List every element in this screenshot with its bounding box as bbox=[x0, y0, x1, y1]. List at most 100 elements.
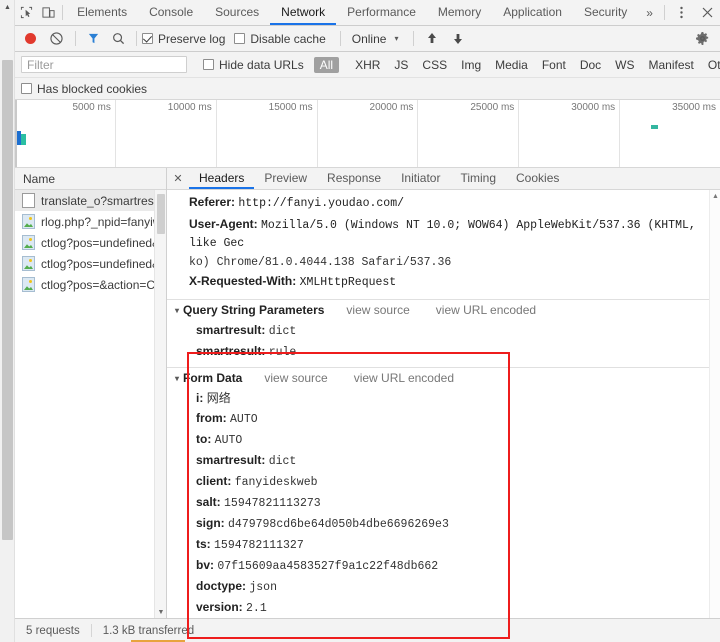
table-row[interactable]: ctlog?pos=&action=CL... bbox=[15, 274, 166, 295]
toolbar-divider bbox=[339, 31, 341, 46]
tab-preview[interactable]: Preview bbox=[254, 168, 317, 189]
view-source-link[interactable]: view source bbox=[346, 303, 409, 317]
table-row[interactable]: rlog.php?_npid=fanyiw... bbox=[15, 211, 166, 232]
tab-network[interactable]: Network bbox=[270, 0, 337, 25]
header-row-x-requested-with: X-Requested-With: XMLHttpRequest bbox=[167, 271, 720, 293]
tab-timing[interactable]: Timing bbox=[450, 168, 506, 189]
tab-label: Preview bbox=[264, 170, 308, 185]
checkbox-box bbox=[203, 59, 214, 70]
filter-type-other[interactable]: Other bbox=[702, 57, 720, 73]
form-param-row: smartresult: dict bbox=[167, 450, 720, 471]
tab-performance[interactable]: Performance bbox=[336, 0, 427, 25]
table-row[interactable]: ctlog?pos=undefined&... bbox=[15, 253, 166, 274]
filter-funnel-icon[interactable] bbox=[87, 32, 100, 45]
tab-cookies[interactable]: Cookies bbox=[506, 168, 569, 189]
filter-type-all[interactable]: All bbox=[313, 56, 340, 73]
param-key: client: bbox=[196, 473, 232, 488]
view-url-encoded-link[interactable]: view URL encoded bbox=[436, 303, 536, 317]
param-value: dict bbox=[268, 324, 297, 338]
has-blocked-cookies-checkbox[interactable]: Has blocked cookies bbox=[21, 82, 147, 96]
disable-cache-checkbox[interactable]: Disable cache bbox=[234, 32, 326, 46]
param-value: 2.1 bbox=[246, 601, 267, 615]
overview-cell: 5000 ms bbox=[15, 100, 116, 167]
devtools-window: ▲ Elements Console Sources Network Perfo… bbox=[0, 0, 720, 642]
detail-scrollbar[interactable]: ▲ bbox=[709, 190, 720, 618]
section-title: Form Data bbox=[183, 371, 243, 385]
gear-icon[interactable] bbox=[696, 32, 709, 45]
view-url-encoded-link[interactable]: view URL encoded bbox=[354, 371, 454, 385]
kebab-menu-icon[interactable] bbox=[668, 0, 694, 25]
filter-type-css[interactable]: CSS bbox=[416, 57, 453, 73]
close-panel-icon[interactable]: ✕ bbox=[167, 168, 189, 189]
filter-type-xhr[interactable]: XHR bbox=[349, 57, 386, 73]
param-key: smartresult: bbox=[196, 343, 266, 358]
param-key: to: bbox=[196, 431, 212, 446]
page-scrollbar[interactable]: ▲ bbox=[0, 0, 15, 642]
inspect-element-icon[interactable] bbox=[15, 0, 37, 25]
tab-application[interactable]: Application bbox=[492, 0, 573, 25]
tab-sources[interactable]: Sources bbox=[204, 0, 270, 25]
form-param-row: client: fanyideskweb bbox=[167, 471, 720, 492]
query-string-section-header[interactable]: ▾ Query String Parameters view source vi… bbox=[167, 299, 720, 320]
tab-memory[interactable]: Memory bbox=[427, 0, 492, 25]
param-key: from: bbox=[196, 410, 227, 425]
request-list-scrollbar[interactable]: ▼ bbox=[154, 190, 166, 618]
close-icon[interactable] bbox=[694, 0, 720, 25]
tab-label: Timing bbox=[460, 170, 497, 185]
filter-type-js[interactable]: JS bbox=[388, 57, 414, 73]
throttling-select[interactable]: Online bbox=[346, 32, 393, 46]
chevron-down-icon[interactable]: ▾ bbox=[392, 34, 408, 43]
request-list: Name translate_o?smartresult... rlog.php… bbox=[15, 168, 167, 618]
filter-type-img[interactable]: Img bbox=[455, 57, 487, 73]
filter-type-font[interactable]: Font bbox=[536, 57, 572, 73]
overview-tick-label: 35000 ms bbox=[672, 102, 717, 113]
scrollbar-thumb[interactable] bbox=[157, 194, 165, 234]
network-overview-timeline[interactable]: 5000 ms 10000 ms 15000 ms 20000 ms 25000… bbox=[15, 100, 720, 168]
overview-tick-label: 20000 ms bbox=[369, 102, 414, 113]
form-data-section-header[interactable]: ▾ Form Data view source view URL encoded bbox=[167, 367, 720, 388]
scroll-up-arrow-icon[interactable]: ▲ bbox=[0, 0, 15, 15]
device-toolbar-icon[interactable] bbox=[37, 0, 59, 25]
scroll-up-arrow-icon[interactable]: ▲ bbox=[710, 193, 720, 200]
header-key: User-Agent: bbox=[189, 217, 258, 231]
param-key: salt: bbox=[196, 494, 221, 509]
request-list-header[interactable]: Name bbox=[15, 168, 166, 190]
export-har-icon[interactable] bbox=[452, 32, 464, 45]
record-button[interactable] bbox=[25, 33, 36, 44]
scrollbar-thumb[interactable] bbox=[2, 60, 13, 540]
tab-label: Performance bbox=[347, 4, 416, 19]
table-row[interactable]: ctlog?pos=undefined&... bbox=[15, 232, 166, 253]
filter-type-manifest[interactable]: Manifest bbox=[643, 57, 700, 73]
tab-initiator[interactable]: Initiator bbox=[391, 168, 450, 189]
filter-type-doc[interactable]: Doc bbox=[574, 57, 607, 73]
overview-cell: 30000 ms bbox=[519, 100, 621, 167]
filter-type-media[interactable]: Media bbox=[489, 57, 534, 73]
scroll-down-arrow-icon[interactable]: ▼ bbox=[155, 609, 167, 616]
overview-cell: 35000 ms bbox=[620, 100, 720, 167]
filter-type-label: Font bbox=[541, 57, 566, 72]
view-source-link[interactable]: view source bbox=[264, 371, 327, 385]
tab-console[interactable]: Console bbox=[138, 0, 204, 25]
clear-icon[interactable] bbox=[50, 32, 63, 45]
preserve-log-checkbox[interactable]: Preserve log bbox=[142, 32, 225, 46]
tab-security[interactable]: Security bbox=[573, 0, 638, 25]
transfer-size: 1.3 kB transferred bbox=[102, 624, 195, 637]
header-row-user-agent: User-Agent: Mozilla/5.0 (Windows NT 10.0… bbox=[167, 214, 720, 254]
chevron-down-icon[interactable]: ▾ bbox=[175, 306, 179, 315]
param-value: 网络 bbox=[206, 390, 231, 405]
status-bar: 5 requests 1.3 kB transferred bbox=[15, 618, 720, 642]
more-tabs-icon[interactable]: » bbox=[638, 0, 661, 25]
tab-elements[interactable]: Elements bbox=[66, 0, 138, 25]
tab-response[interactable]: Response bbox=[317, 168, 391, 189]
filter-input[interactable] bbox=[21, 56, 187, 73]
chevron-down-icon[interactable]: ▾ bbox=[175, 374, 179, 383]
query-param-row: smartresult: rule bbox=[167, 341, 720, 362]
search-icon[interactable] bbox=[112, 32, 125, 45]
overview-grid: 5000 ms 10000 ms 15000 ms 20000 ms 25000… bbox=[15, 100, 720, 167]
tab-headers[interactable]: Headers bbox=[189, 168, 255, 189]
hide-data-urls-checkbox[interactable]: Hide data URLs bbox=[203, 58, 304, 72]
import-har-icon[interactable] bbox=[426, 32, 438, 45]
filter-type-label: Manifest bbox=[648, 57, 694, 72]
filter-type-ws[interactable]: WS bbox=[609, 57, 640, 73]
table-row[interactable]: translate_o?smartresult... bbox=[15, 190, 166, 211]
